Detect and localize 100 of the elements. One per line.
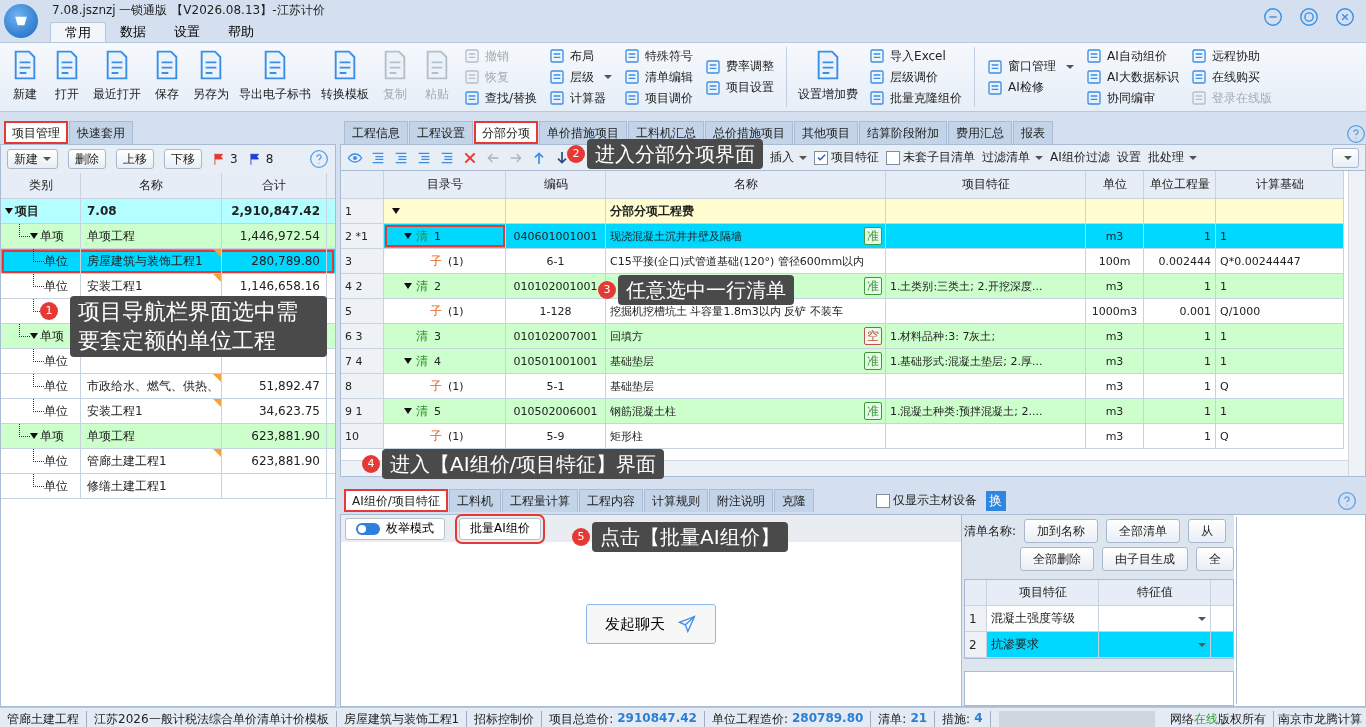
tab[interactable]: 项目管理 xyxy=(4,121,68,144)
tree-row[interactable]: 项目 7.08 2,910,847.42 xyxy=(1,199,335,224)
ribbon-button[interactable]: 导出电子标书 xyxy=(234,43,316,111)
ribbon-button[interactable]: 层级调价 xyxy=(869,68,963,86)
checkbox[interactable] xyxy=(875,493,890,508)
ribbon-button[interactable]: 计算器 xyxy=(549,89,613,107)
tab[interactable]: 快速套用 xyxy=(69,121,133,144)
ribbon-button[interactable]: 查找/替换 xyxy=(464,89,538,107)
ribbon-button[interactable]: 保存 xyxy=(146,43,188,111)
tab[interactable]: 克隆 xyxy=(773,489,814,512)
tab[interactable]: 附注说明 xyxy=(708,489,773,512)
checkbox[interactable] xyxy=(814,150,828,165)
ribbon-button[interactable]: 清单编辑 xyxy=(624,68,694,86)
ribbon-button[interactable]: 层级 xyxy=(549,68,613,86)
tab[interactable]: 报表 xyxy=(1013,121,1053,144)
toolbar-button[interactable]: 过滤清单 xyxy=(982,149,1043,166)
ribbon-button[interactable]: 另存为 xyxy=(188,43,234,111)
ribbon-button[interactable]: 布局 xyxy=(549,47,613,65)
tree-row[interactable]: 单项 单项工程 1,446,972.54 xyxy=(1,224,335,249)
table-row[interactable]: 9 1 清 5 010502006001 钢筋混凝土柱 准 1.混凝土种类:预拌混凝土; 2.... m3 1 1 xyxy=(341,399,1344,424)
tab[interactable]: 工程量计算 xyxy=(501,489,578,512)
table-row[interactable]: 2 抗渗要求 xyxy=(965,632,1233,658)
tree-row[interactable]: 单项 单项工程 623,881.90 xyxy=(1,424,335,449)
tab[interactable]: 费用汇总 xyxy=(948,121,1012,144)
menu-tab[interactable]: 帮助 xyxy=(214,22,268,42)
panel-button[interactable]: 全部删除 xyxy=(1020,547,1094,571)
panel-button[interactable]: 全部清单 xyxy=(1106,519,1181,543)
menu-tab[interactable]: 数据 xyxy=(106,22,160,42)
ribbon-button[interactable]: 批量克隆组价 xyxy=(869,89,963,107)
ribbon-button[interactable]: 协同编审 xyxy=(1086,89,1179,107)
table-row[interactable]: 6 3 清 3 010102007001 回填方 空 1.材料品种:3: 7灰土; m3 1 1 xyxy=(341,324,1344,349)
toolbar-button[interactable]: AI组价过滤 xyxy=(1050,149,1110,166)
ribbon-button[interactable]: AI大数据标识 xyxy=(1086,68,1179,86)
table-row[interactable]: 1 分部分项工程费 xyxy=(341,199,1344,224)
toolbar-button[interactable]: 批处理 xyxy=(1147,149,1197,166)
tree-row[interactable]: 单位 安装工程1 34,623.75 xyxy=(1,399,335,424)
ribbon-button[interactable]: 设置增加费 xyxy=(793,43,864,111)
swap-button[interactable]: 换 xyxy=(985,490,1006,511)
expand-arrow-icon[interactable] xyxy=(30,433,38,439)
ribbon-button[interactable]: 新建 xyxy=(4,43,46,111)
item-index: (1) xyxy=(448,429,464,443)
panel-button[interactable]: 全 xyxy=(1196,547,1234,571)
ribbon-button[interactable]: 转换模板 xyxy=(316,43,374,111)
table-row[interactable]: 10 子 (1) 5-9 矩形柱 m3 1 Q xyxy=(341,424,1344,449)
tab[interactable]: 其他项目 xyxy=(794,121,858,144)
expand-arrow-icon[interactable] xyxy=(30,333,38,339)
toolbar-button[interactable]: 删除 xyxy=(68,149,106,169)
toolbar-button[interactable]: 下移 xyxy=(164,149,202,169)
tree-row[interactable]: 单位 市政给水、燃气、供热、 51,892.47 xyxy=(1,374,335,399)
tab[interactable]: AI组价/项目特征 xyxy=(344,489,448,512)
tab[interactable]: 结算阶段附加 xyxy=(859,121,947,144)
toolbar-button[interactable]: 上移 xyxy=(116,149,154,169)
table-row[interactable]: 1 混凝土强度等级 xyxy=(965,606,1233,632)
toolbar-button[interactable]: 插入 xyxy=(770,149,807,166)
ribbon-button[interactable]: 窗口管理 xyxy=(987,57,1075,76)
menu-tab[interactable]: 常用 xyxy=(50,22,106,42)
expand-arrow-icon[interactable] xyxy=(404,233,412,239)
panel-button[interactable]: 加到名称 xyxy=(1024,519,1099,543)
app-logo-icon[interactable] xyxy=(4,4,38,38)
tab[interactable]: 分部分项 xyxy=(474,121,538,144)
table-row[interactable]: 5 子 (1) 1-128 挖掘机挖槽坑土 斗容量1.8m3以内 反铲 不装车 1000m3 0.001 Q/1000 xyxy=(341,299,1344,324)
tree-row[interactable]: 单位 修缮土建工程1 xyxy=(1,474,335,499)
panel-button[interactable]: 由子目生成 xyxy=(1102,547,1188,571)
tab[interactable]: 工料机 xyxy=(448,489,501,512)
ribbon-button[interactable]: 费率调整 xyxy=(705,57,775,76)
table-row[interactable]: 8 子 (1) 5-1 基础垫层 m3 1 Q xyxy=(341,374,1344,399)
expand-arrow-icon[interactable] xyxy=(392,208,400,214)
tree-row[interactable]: 单位 房屋建筑与装饰工程1 280,789.80 xyxy=(1,249,335,274)
tree-row[interactable]: 单位 管廊土建工程1 623,881.90 xyxy=(1,449,335,474)
expand-arrow-icon[interactable] xyxy=(404,283,412,289)
panel-button[interactable]: 从 xyxy=(1188,519,1227,543)
table-row[interactable]: 7 4 清 4 010501001001 基础垫层 准 1.基础形式:混凝土垫层; 2.厚... m3 1 1 xyxy=(341,349,1344,374)
tab[interactable]: 工程内容 xyxy=(578,489,643,512)
ribbon-button[interactable]: 打开 xyxy=(46,43,88,111)
toolbar-button[interactable]: 设置 xyxy=(1116,149,1141,166)
expand-arrow-icon[interactable] xyxy=(5,208,13,214)
ribbon-button[interactable]: 项目设置 xyxy=(705,78,775,97)
toolbar-button[interactable]: 新建 xyxy=(7,149,58,169)
ribbon-button[interactable]: 特殊符号 xyxy=(624,47,694,65)
ribbon-button[interactable]: 最近打开 xyxy=(88,43,146,111)
expand-arrow-icon[interactable] xyxy=(404,408,412,414)
dropdown-button[interactable] xyxy=(1332,147,1359,168)
vertical-scrollbar[interactable] xyxy=(1348,171,1365,476)
expand-arrow-icon[interactable] xyxy=(30,233,38,239)
table-row[interactable]: 3 子 (1) 6-1 C15平接(企口)式管道基础(120°) 管径600mm以内 100m 0.002444 Q*0.00244447 xyxy=(341,249,1344,274)
ribbon-button[interactable]: 项目调价 xyxy=(624,89,694,107)
chat-button[interactable]: 发起聊天 xyxy=(586,604,716,644)
ribbon-button[interactable]: 在线购买 xyxy=(1190,68,1272,86)
mode-toggle[interactable]: 枚举模式 xyxy=(345,517,445,540)
ribbon-button[interactable]: AI检修 xyxy=(987,78,1075,97)
ribbon-button[interactable]: 远程协助 xyxy=(1190,47,1272,65)
checkbox[interactable] xyxy=(886,150,900,165)
table-row[interactable]: 2 *1 清 1 040601001001 现浇混凝土沉井井壁及隔墙 准 m3 1 1 xyxy=(341,224,1344,249)
menu-tab[interactable]: 设置 xyxy=(160,22,214,42)
expand-arrow-icon[interactable] xyxy=(404,358,412,364)
ribbon-button[interactable]: AI自动组价 xyxy=(1086,47,1179,65)
tab[interactable]: 工程设置 xyxy=(409,121,473,144)
tab[interactable]: 计算规则 xyxy=(643,489,708,512)
tab[interactable]: 工程信息 xyxy=(344,121,408,144)
ribbon-button[interactable]: 导入Excel xyxy=(869,47,963,65)
